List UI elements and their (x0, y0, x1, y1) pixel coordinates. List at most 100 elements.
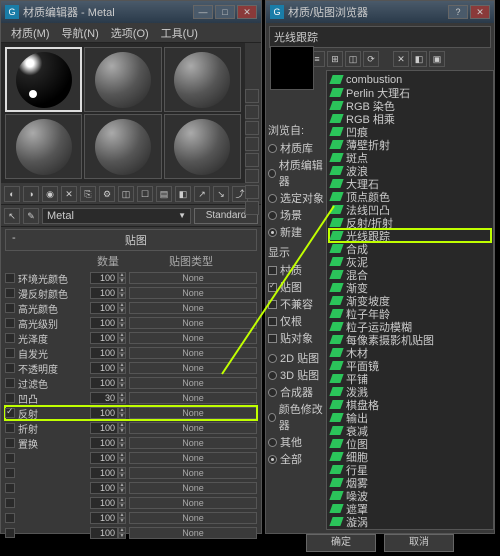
maps-rollout-header[interactable]: - 贴图 (5, 229, 257, 251)
tool-show[interactable]: ☐ (137, 186, 153, 202)
file-del-icon[interactable]: ▣ (429, 51, 445, 67)
map-slot-button[interactable]: None (129, 482, 257, 494)
browse-from-radio[interactable]: 场景 (268, 207, 324, 223)
map-enable-checkbox[interactable] (5, 423, 15, 433)
map-type-list[interactable]: combustionPerlin 大理石RGB 染色RGB 相乘凹痕薄壁折射斑点… (326, 70, 494, 530)
cancel-button[interactable]: 取消 (384, 534, 454, 552)
browser-titlebar[interactable]: G 材质/贴图浏览器 ? ✕ (266, 1, 494, 23)
file-open-icon[interactable]: ✕ (393, 51, 409, 67)
tool-reset[interactable]: ✕ (61, 186, 77, 202)
map-enable-checkbox[interactable] (5, 318, 15, 328)
map-slot-button[interactable]: None (129, 422, 257, 434)
sample-slot-5[interactable] (84, 114, 161, 179)
sample-slot-1[interactable] (5, 47, 82, 112)
show-checkbox[interactable]: 贴对象 (268, 330, 324, 346)
spinner-buttons[interactable]: ▲▼ (118, 377, 126, 389)
map-slot-button[interactable]: None (129, 467, 257, 479)
map-enable-checkbox[interactable] (5, 333, 15, 343)
tool-get[interactable]: ◐ (4, 186, 20, 202)
map-enable-checkbox[interactable] (5, 378, 15, 388)
map-amount-spinner[interactable]: 100 (90, 362, 118, 374)
map-amount-spinner[interactable]: 100 (90, 317, 118, 329)
map-amount-spinner[interactable]: 100 (90, 347, 118, 359)
ok-button[interactable]: 确定 (306, 534, 376, 552)
pick-button[interactable]: ✎ (23, 208, 39, 224)
side-tool[interactable] (245, 153, 259, 167)
map-slot-button[interactable]: None (129, 302, 257, 314)
tool-copy[interactable]: ⎘ (80, 186, 96, 202)
map-enable-checkbox[interactable] (5, 363, 15, 373)
material-name-field[interactable]: Metal ▼ (42, 208, 191, 224)
map-slot-button[interactable]: None (129, 452, 257, 464)
map-amount-spinner[interactable]: 100 (90, 272, 118, 284)
filter-radio[interactable]: 其他 (268, 434, 324, 450)
filter-radio[interactable]: 全部 (268, 451, 324, 467)
sample-slot-4[interactable] (5, 114, 82, 179)
side-tool[interactable] (245, 185, 259, 199)
sample-slot-6[interactable] (164, 114, 241, 179)
spinner-buttons[interactable]: ▲▼ (118, 422, 126, 434)
spinner-buttons[interactable]: ▲▼ (118, 272, 126, 284)
spinner-buttons[interactable]: ▲▼ (118, 467, 126, 479)
tool-shader[interactable]: ▤ (156, 186, 172, 202)
close-button[interactable]: ✕ (470, 5, 490, 19)
show-checkbox[interactable]: 仅根 (268, 313, 324, 329)
side-tool[interactable] (245, 89, 259, 103)
map-amount-spinner[interactable]: 100 (90, 527, 118, 539)
spinner-buttons[interactable]: ▲▼ (118, 302, 126, 314)
map-amount-spinner[interactable]: 100 (90, 332, 118, 344)
map-enable-checkbox[interactable] (5, 498, 15, 508)
view-update-icon[interactable]: ⟳ (363, 51, 379, 67)
spinner-buttons[interactable]: ▲▼ (118, 512, 126, 524)
tool-select[interactable]: ◧ (175, 186, 191, 202)
show-checkbox[interactable]: 村质 (268, 262, 324, 278)
spinner-buttons[interactable]: ▲▼ (118, 482, 126, 494)
spinner-buttons[interactable]: ▲▼ (118, 452, 126, 464)
side-tool[interactable] (245, 105, 259, 119)
map-slot-button[interactable]: None (129, 512, 257, 524)
spinner-buttons[interactable]: ▲▼ (118, 287, 126, 299)
browse-from-radio[interactable]: 材质库 (268, 140, 324, 156)
map-amount-spinner[interactable]: 100 (90, 422, 118, 434)
side-tool[interactable] (245, 121, 259, 135)
map-enable-checkbox[interactable] (5, 303, 15, 313)
show-checkbox[interactable]: 不兼容 (268, 296, 324, 312)
view-large-icon[interactable]: ◫ (345, 51, 361, 67)
map-enable-checkbox[interactable] (5, 483, 15, 493)
help-button[interactable]: ? (448, 5, 468, 19)
material-editor-titlebar[interactable]: G 材质编辑器 - Metal — □ ✕ (1, 1, 261, 23)
map-slot-button[interactable]: None (129, 272, 257, 284)
menu-tools[interactable]: 工具(U) (155, 25, 204, 41)
map-amount-spinner[interactable]: 100 (90, 497, 118, 509)
map-amount-spinner[interactable]: 100 (90, 452, 118, 464)
spinner-buttons[interactable]: ▲▼ (118, 392, 126, 404)
sample-slot-3[interactable] (164, 47, 241, 112)
spinner-buttons[interactable]: ▲▼ (118, 362, 126, 374)
side-tool[interactable] (245, 169, 259, 183)
map-enable-checkbox[interactable] (5, 468, 15, 478)
map-enable-checkbox[interactable] (5, 513, 15, 523)
map-amount-spinner[interactable]: 100 (90, 407, 118, 419)
map-amount-spinner[interactable]: 100 (90, 512, 118, 524)
map-slot-button[interactable]: None (129, 362, 257, 374)
minimize-button[interactable]: — (193, 5, 213, 19)
tool-make[interactable]: ◫ (118, 186, 134, 202)
map-slot-button[interactable]: None (129, 527, 257, 539)
maximize-button[interactable]: □ (215, 5, 235, 19)
tool-options[interactable]: ⚙ (99, 186, 115, 202)
map-enable-checkbox[interactable] (5, 348, 15, 358)
map-slot-button[interactable]: None (129, 347, 257, 359)
map-slot-button[interactable]: None (129, 407, 257, 419)
tool-nav[interactable]: ↗ (194, 186, 210, 202)
browse-from-radio[interactable]: 新建 (268, 224, 324, 240)
spinner-buttons[interactable]: ▲▼ (118, 497, 126, 509)
filter-radio[interactable]: 2D 贴图 (268, 350, 324, 366)
map-amount-spinner[interactable]: 100 (90, 482, 118, 494)
tool-put[interactable]: ◑ (23, 186, 39, 202)
spinner-buttons[interactable]: ▲▼ (118, 317, 126, 329)
map-amount-spinner[interactable]: 100 (90, 287, 118, 299)
sample-slot-2[interactable] (84, 47, 161, 112)
browse-from-radio[interactable]: 材质编辑器 (268, 157, 324, 189)
map-enable-checkbox[interactable] (5, 528, 15, 538)
menu-materials[interactable]: 材质(M) (5, 25, 56, 41)
